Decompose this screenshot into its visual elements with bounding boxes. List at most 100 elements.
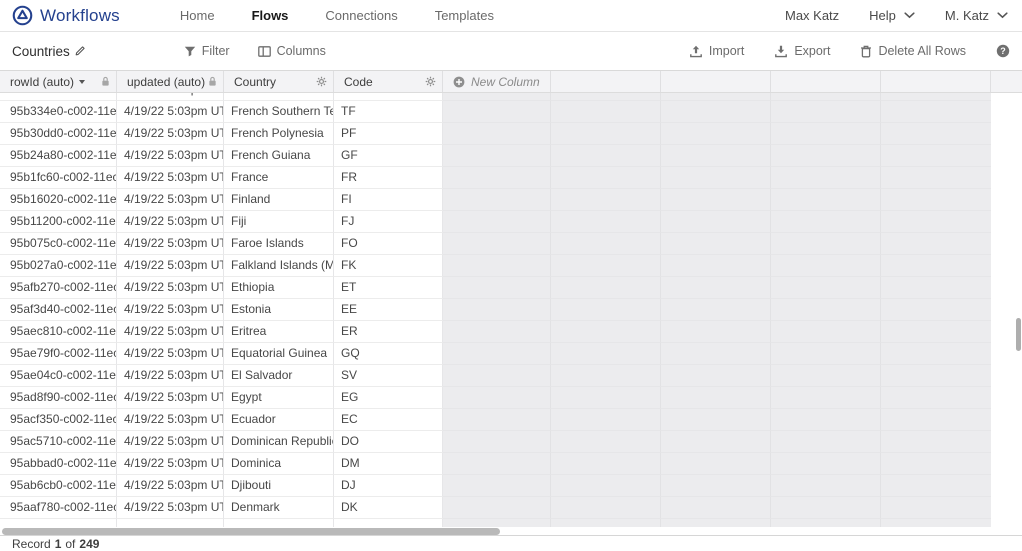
table-row[interactable]: 95abbad0-c002-11ec-b24/19/22 5:03pm UTCD… <box>0 453 1022 475</box>
empty-cell[interactable] <box>881 93 991 101</box>
empty-cell[interactable] <box>443 497 551 519</box>
country-cell[interactable]: Djibouti <box>224 475 334 497</box>
empty-cell[interactable] <box>881 299 991 321</box>
country-cell[interactable]: Dominica <box>224 453 334 475</box>
empty-cell[interactable] <box>443 409 551 431</box>
empty-cell[interactable] <box>443 277 551 299</box>
empty-cell[interactable] <box>551 475 661 497</box>
rowid-cell[interactable]: 95b334e0-c002-11ec-b8 <box>0 101 117 123</box>
empty-cell[interactable] <box>881 233 991 255</box>
country-cell[interactable]: Estonia <box>224 299 334 321</box>
empty-cell[interactable] <box>661 519 771 527</box>
rowid-cell[interactable]: 95b16020-c002-11ec-84 <box>0 189 117 211</box>
empty-cell[interactable] <box>661 277 771 299</box>
empty-cell[interactable] <box>443 167 551 189</box>
empty-cell[interactable] <box>881 255 991 277</box>
empty-cell[interactable] <box>881 387 991 409</box>
table-row[interactable]: 95ac5710-c002-11ec-b24/19/22 5:03pm UTCD… <box>0 431 1022 453</box>
empty-cell[interactable] <box>551 365 661 387</box>
empty-cell[interactable] <box>661 299 771 321</box>
table-row[interactable]: 95ad8f90-c002-11ec-8f4/19/22 5:03pm UTCE… <box>0 387 1022 409</box>
country-cell[interactable]: Fiji <box>224 211 334 233</box>
empty-cell[interactable] <box>771 299 881 321</box>
table-row[interactable]: 95ae79f0-c002-11ec-8a4/19/22 5:03pm UTCE… <box>0 343 1022 365</box>
table-row[interactable]: 95b075c0-c002-11ec-864/19/22 5:03pm UTCF… <box>0 233 1022 255</box>
table-row[interactable]: 95b1fc60-c002-11ec-8c4/19/22 5:03pm UTCF… <box>0 167 1022 189</box>
account-menu[interactable]: M. Katz <box>945 8 1008 23</box>
empty-cell[interactable] <box>771 145 881 167</box>
updated-cell[interactable]: 4/19/22 5:03pm UTC <box>117 453 224 475</box>
empty-cell[interactable] <box>551 189 661 211</box>
filter-button[interactable]: Filter <box>184 44 230 58</box>
empty-cell[interactable] <box>881 145 991 167</box>
horizontal-scrollbar-thumb[interactable] <box>2 528 500 535</box>
empty-cell[interactable] <box>881 343 991 365</box>
empty-cell[interactable] <box>443 93 551 101</box>
country-cell[interactable]: Ethiopia <box>224 277 334 299</box>
empty-cell[interactable] <box>881 123 991 145</box>
updated-cell[interactable]: 4/19/22 5:03pm UTC <box>117 475 224 497</box>
code-cell[interactable]: DO <box>334 431 443 453</box>
code-cell[interactable]: SV <box>334 365 443 387</box>
code-cell[interactable]: FJ <box>334 211 443 233</box>
empty-cell[interactable] <box>771 211 881 233</box>
table-row[interactable]: 95b24a80-c002-11ec-854/19/22 5:03pm UTCF… <box>0 145 1022 167</box>
updated-cell[interactable]: 4/19/22 5:03pm UTC <box>117 233 224 255</box>
empty-cell[interactable] <box>771 431 881 453</box>
table-row[interactable]: 95b30dd0-c002-11ec-b84/19/22 5:03pm UTCF… <box>0 123 1022 145</box>
gear-icon[interactable] <box>425 76 436 87</box>
empty-cell[interactable] <box>443 189 551 211</box>
rowid-cell[interactable]: 95b075c0-c002-11ec-86 <box>0 233 117 255</box>
empty-cell[interactable] <box>551 387 661 409</box>
partial-row-bottom[interactable] <box>0 519 1022 527</box>
empty-cell[interactable] <box>771 409 881 431</box>
empty-column-header[interactable] <box>551 71 661 92</box>
empty-cell[interactable] <box>771 321 881 343</box>
empty-cell[interactable] <box>551 233 661 255</box>
empty-cell[interactable] <box>661 145 771 167</box>
empty-cell[interactable] <box>771 233 881 255</box>
empty-cell[interactable] <box>661 255 771 277</box>
empty-cell[interactable] <box>551 255 661 277</box>
empty-cell[interactable] <box>771 343 881 365</box>
empty-cell[interactable] <box>443 387 551 409</box>
updated-cell[interactable]: 4/19/22 5:03pm UTC <box>117 189 224 211</box>
empty-cell[interactable] <box>551 277 661 299</box>
country-cell[interactable]: French Polynesia <box>224 123 334 145</box>
empty-cell[interactable] <box>443 519 551 527</box>
table-row[interactable]: 95b334e0-c002-11ec-b84/19/22 5:03pm UTCF… <box>0 101 1022 123</box>
rowid-cell[interactable]: 95afb270-c002-11ec-ae <box>0 277 117 299</box>
empty-cell[interactable] <box>661 189 771 211</box>
empty-cell[interactable] <box>771 101 881 123</box>
rowid-cell[interactable]: 95acf350-c002-11ec-b2 <box>0 409 117 431</box>
export-button[interactable]: Export <box>774 44 830 58</box>
vertical-scrollbar-thumb[interactable] <box>1016 318 1021 351</box>
code-cell[interactable]: EG <box>334 387 443 409</box>
rowid-cell[interactable]: 95ab6cb0-c002-11ec-a6 <box>0 475 117 497</box>
rowid-cell[interactable]: 95b1fc60-c002-11ec-8c <box>0 167 117 189</box>
empty-cell[interactable] <box>771 277 881 299</box>
empty-cell[interactable] <box>551 211 661 233</box>
country-cell[interactable]: France <box>224 167 334 189</box>
empty-cell[interactable] <box>771 255 881 277</box>
table-row[interactable]: 95b11200-c002-11ec-854/19/22 5:03pm UTCF… <box>0 211 1022 233</box>
empty-cell[interactable] <box>443 299 551 321</box>
partial-row-top[interactable]: 95b334e0-c002-11ec-b84/19/22 5:03pm UTCF… <box>0 93 1022 101</box>
empty-cell[interactable] <box>551 299 661 321</box>
empty-cell[interactable] <box>881 431 991 453</box>
updated-cell[interactable]: 4/19/22 5:03pm UTC <box>117 255 224 277</box>
table-row[interactable]: 95b027a0-c002-11ec-ae4/19/22 5:03pm UTCF… <box>0 255 1022 277</box>
updated-cell[interactable]: 4/19/22 5:03pm UTC <box>117 321 224 343</box>
empty-cell[interactable] <box>551 145 661 167</box>
empty-cell[interactable] <box>551 321 661 343</box>
country-cell[interactable]: Ecuador <box>224 409 334 431</box>
updated-cell[interactable]: 4/19/22 5:03pm UTC <box>117 277 224 299</box>
edit-pencil-icon[interactable] <box>74 45 86 57</box>
empty-cell[interactable] <box>661 343 771 365</box>
empty-cell[interactable] <box>881 211 991 233</box>
empty-cell[interactable] <box>551 343 661 365</box>
empty-cell[interactable] <box>551 409 661 431</box>
table-row[interactable]: 95af3d40-c002-11ec-b14/19/22 5:03pm UTCE… <box>0 299 1022 321</box>
rowid-cell[interactable]: 95b11200-c002-11ec-85 <box>0 211 117 233</box>
empty-cell[interactable] <box>881 189 991 211</box>
